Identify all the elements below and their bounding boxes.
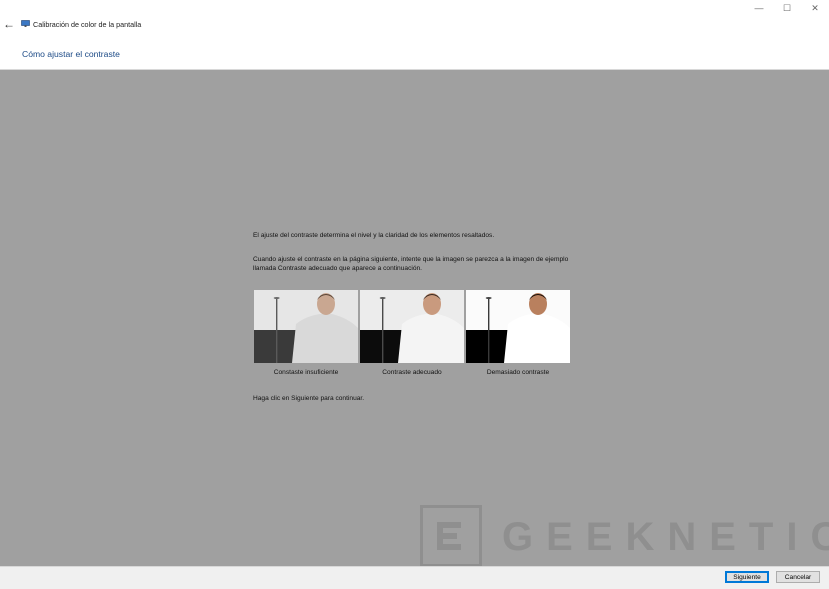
page-title: Cómo ajustar el contraste <box>22 49 120 59</box>
low-contrast-image <box>254 290 358 363</box>
maximize-button[interactable]: ☐ <box>773 0 801 16</box>
sample-low-contrast: Constaste insuficiente <box>254 290 358 377</box>
sample-caption-low: Constaste insuficiente <box>273 369 339 376</box>
footer-bar: Siguiente Cancelar <box>0 566 829 589</box>
sample-caption-proper: Contraste adecuado <box>382 369 442 376</box>
contrast-samples: Constaste insuficiente Contraste adecuad… <box>254 290 570 380</box>
continue-text: Haga clic en Siguiente para continuar. <box>253 395 365 402</box>
watermark-text: GEEKNETIC <box>502 515 829 559</box>
sample-caption-high: Demasiado contraste <box>486 369 550 376</box>
back-arrow-icon[interactable]: ← <box>2 16 16 32</box>
sample-proper-contrast: Contraste adecuado <box>360 290 464 377</box>
instruction-text: Cuando ajuste el contraste en la página … <box>253 256 569 273</box>
display-color-icon <box>21 20 30 27</box>
close-button[interactable]: ✕ <box>801 0 829 16</box>
page-header: Cómo ajustar el contraste <box>0 40 829 70</box>
proper-contrast-image <box>360 290 464 363</box>
minimize-button[interactable]: — <box>745 0 773 16</box>
watermark-logo-icon <box>420 505 482 567</box>
watermark: GEEKNETIC <box>420 505 829 567</box>
window-controls: — ☐ ✕ <box>745 0 829 16</box>
cancel-button[interactable]: Cancelar <box>776 571 820 583</box>
intro-text: El ajuste del contraste determina el niv… <box>253 232 495 239</box>
window-title: Calibración de color de la pantalla <box>33 20 142 29</box>
title-bar: ← Calibración de color de la pantalla — … <box>0 0 829 40</box>
next-button[interactable]: Siguiente <box>725 571 769 583</box>
sample-high-contrast: Demasiado contraste <box>466 290 570 377</box>
high-contrast-image <box>466 290 570 363</box>
